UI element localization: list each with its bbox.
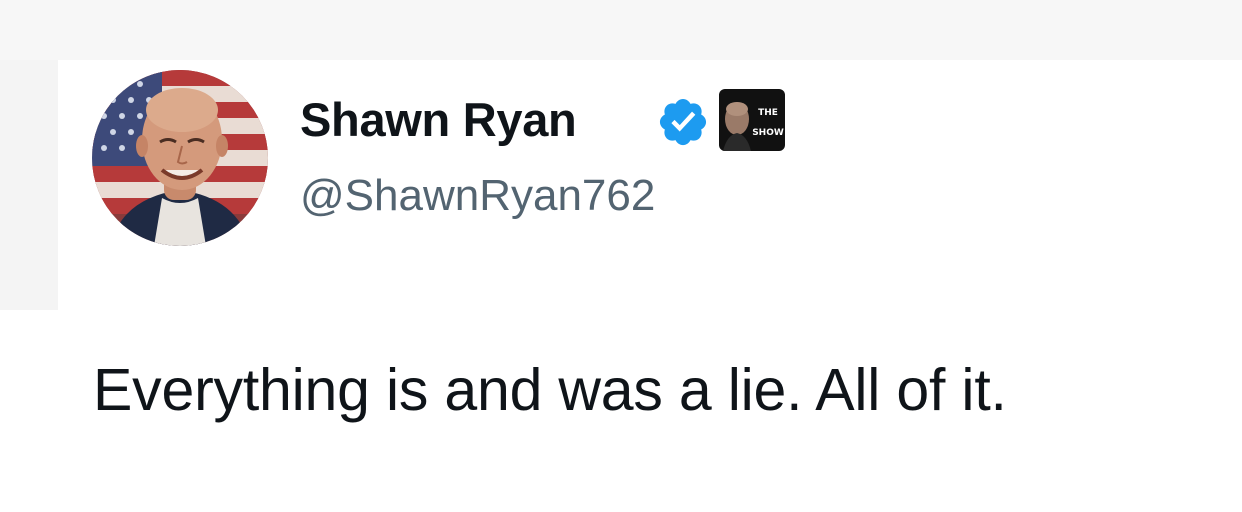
- verified-badge-icon: [659, 98, 707, 146]
- affiliate-badge-text: THE SHOW: [752, 108, 784, 138]
- top-background: [0, 0, 1242, 60]
- profile-photo-icon: [92, 70, 268, 246]
- avatar[interactable]: [92, 70, 268, 246]
- display-name[interactable]: Shawn Ryan: [300, 90, 577, 150]
- tweet-text: Everything is and was a lie. All of it.: [93, 357, 1007, 423]
- affiliate-badge[interactable]: THE SHOW: [719, 89, 785, 151]
- shawn-ryan-show-logo-icon: [723, 102, 751, 151]
- user-handle[interactable]: @ShawnRyan762: [300, 168, 655, 224]
- side-background: [0, 60, 58, 310]
